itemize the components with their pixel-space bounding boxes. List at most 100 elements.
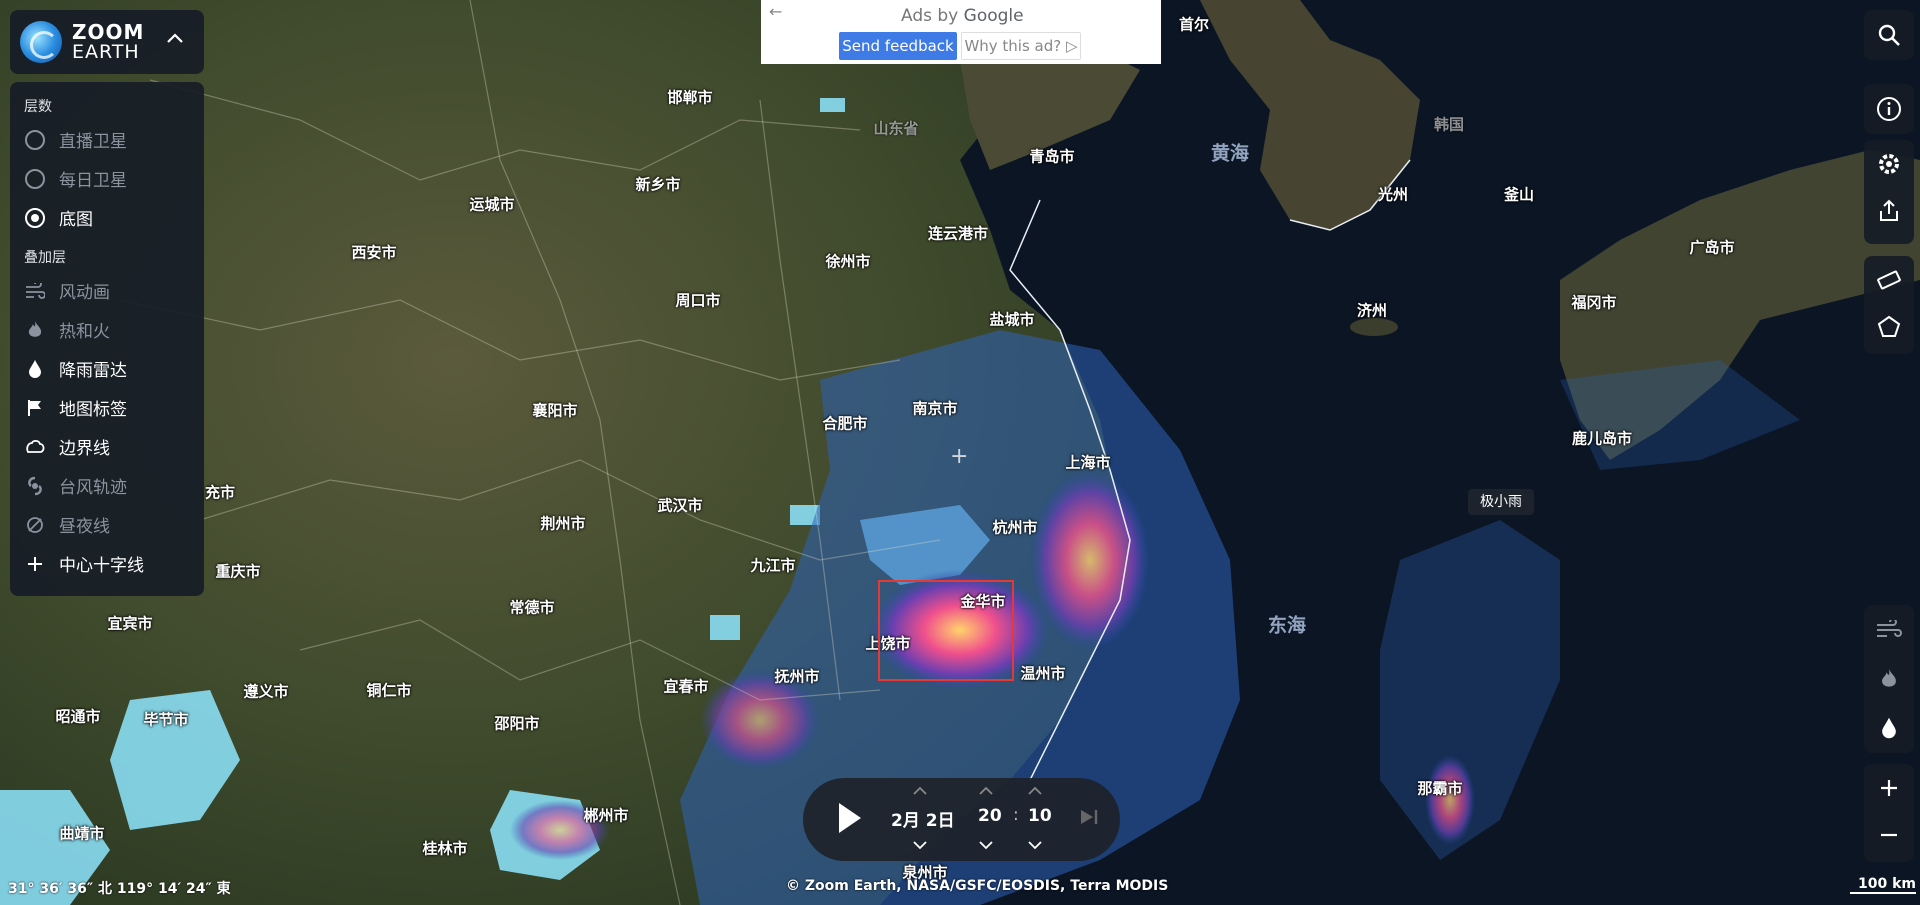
polygon-icon (1877, 315, 1901, 337)
overlay-day-night[interactable]: 昼夜线 (10, 505, 204, 544)
overlay-label: 边界线 (59, 439, 110, 459)
coordinates-readout: 31° 36′ 36″ 北 119° 14′ 24″ 東 (8, 881, 231, 897)
city-label: 抚州市 (774, 667, 820, 686)
overlay-heat-fire[interactable]: 热和火 (10, 310, 204, 349)
city-label: 广岛市 (1689, 238, 1735, 257)
skip-to-latest-icon[interactable] (1079, 808, 1099, 826)
ads-by-label: Ads by Google (901, 6, 1024, 26)
logo-line2: EARTH (72, 41, 140, 63)
hour-value[interactable]: 20 (978, 806, 1002, 826)
radio-icon (25, 129, 45, 150)
map-credits: © Zoom Earth, NASA/GSFC/EOSDIS, Terra MO… (786, 878, 1169, 894)
center-crosshair: + (950, 444, 969, 469)
chevron-down-icon[interactable] (979, 841, 993, 850)
timeline-control: 2月 2日 20 : 10 (803, 778, 1120, 861)
city-label: 周口市 (675, 291, 721, 310)
wind-quick-button[interactable] (1864, 605, 1914, 654)
why-this-ad-button[interactable]: Why this ad? ▷ (961, 32, 1081, 60)
chevron-down-icon[interactable] (913, 841, 927, 850)
city-label: 充市 (204, 483, 236, 502)
city-label: 铜仁市 (366, 681, 412, 700)
city-label: 常德市 (509, 598, 555, 617)
scale-bar: 100 km (1850, 876, 1916, 894)
overlay-label: 台风轨迹 (59, 478, 127, 498)
city-label: 合肥市 (822, 414, 868, 433)
radio-icon (25, 168, 45, 189)
city-label: 盐城市 (989, 310, 1035, 329)
city-label: 新乡市 (635, 175, 681, 194)
plus-icon (24, 553, 46, 575)
zoom-controls (1864, 764, 1914, 862)
send-feedback-button[interactable]: Send feedback (839, 32, 957, 60)
layer-basemap[interactable]: 底图 (10, 198, 204, 237)
chevron-up-icon[interactable] (979, 786, 993, 795)
quick-layers-group (1864, 605, 1914, 753)
map-canvas[interactable]: 首尔 邯郸市 青岛市 运城市 新乡市 光州 釜山 西安市 徐州市 连云港市 广岛市 周口市 济州 福冈市盐… (0, 0, 1920, 905)
ad-banner: ← Ads by Google Send feedback Why this a… (761, 0, 1161, 64)
overlay-rain-radar[interactable]: 降雨雷达 (10, 349, 204, 388)
settings-share-group (1864, 140, 1914, 244)
city-label: 连云港市 (927, 224, 989, 243)
fire-quick-button[interactable] (1864, 654, 1914, 703)
city-label: 邵阳市 (494, 714, 540, 733)
overlay-typhoon-tracks[interactable]: 台风轨迹 (10, 466, 204, 505)
day-night-icon (24, 514, 46, 536)
info-button[interactable] (1864, 84, 1914, 134)
sea-label: 黄海 (1210, 142, 1250, 165)
city-label: 徐州市 (825, 252, 871, 271)
city-label: 济州 (1356, 301, 1388, 320)
date-label[interactable]: 2月 2日 (891, 806, 955, 831)
overlay-map-labels[interactable]: 地图标签 (10, 388, 204, 427)
city-label: 釜山 (1503, 185, 1535, 204)
layer-label: 每日卫星 (59, 171, 127, 191)
overlay-label: 降雨雷达 (59, 361, 127, 381)
chevron-up-icon[interactable] (913, 786, 927, 795)
overlay-wind-animation[interactable]: 风动画 (10, 271, 204, 310)
zoom-out-button[interactable] (1864, 811, 1914, 858)
overlay-crosshair[interactable]: 中心十字线 (10, 544, 204, 583)
radar-tooltip: 极小雨 (1468, 489, 1534, 515)
ruler-button[interactable] (1864, 256, 1914, 303)
minute-value[interactable]: 10 (1028, 806, 1052, 826)
info-icon (1877, 97, 1901, 121)
wind-icon (1877, 619, 1902, 637)
zoom-earth-logo-menu[interactable]: ZOOM EARTH (10, 10, 204, 74)
layer-live-satellite[interactable]: 直播卫星 (10, 120, 204, 159)
ad-back-icon[interactable]: ← (769, 2, 782, 21)
region-label: 山东省 (873, 119, 919, 138)
chevron-up-icon[interactable] (166, 32, 184, 44)
raindrop-icon (24, 358, 46, 380)
typhoon-icon (24, 475, 46, 497)
layer-label: 底图 (59, 210, 93, 230)
layer-daily-satellite[interactable]: 每日卫星 (10, 159, 204, 198)
city-label: 福冈市 (1571, 293, 1617, 312)
overlay-label: 中心十字线 (59, 556, 144, 576)
play-icon[interactable] (833, 800, 865, 836)
city-label: 遵义市 (243, 682, 289, 701)
share-button[interactable] (1864, 187, 1914, 234)
rain-quick-button[interactable] (1864, 703, 1914, 752)
chevron-down-icon[interactable] (1028, 841, 1042, 850)
city-label: 宜宾市 (107, 614, 153, 633)
polygon-button[interactable] (1864, 303, 1914, 350)
section-layers-title: 层数 (24, 99, 52, 115)
search-button[interactable] (1864, 10, 1914, 60)
raindrop-icon (1882, 717, 1896, 738)
zoom-in-button[interactable] (1864, 764, 1914, 811)
overlay-borders[interactable]: 边界线 (10, 427, 204, 466)
city-label: 武汉市 (657, 496, 703, 515)
city-label: 鹿儿岛市 (1571, 429, 1633, 448)
city-label: 曲靖市 (59, 824, 105, 843)
radio-selected-icon (25, 207, 45, 228)
region-label: 韩国 (1433, 115, 1465, 134)
layers-panel: 层数 直播卫星 每日卫星 底图 叠加层 风动画 热和火 降雨雷达 地图标签 边界… (10, 82, 204, 596)
flag-icon (24, 397, 46, 419)
chevron-up-icon[interactable] (1028, 786, 1042, 795)
wind-icon (24, 280, 46, 302)
settings-button[interactable] (1864, 140, 1914, 187)
city-label: 昭通市 (55, 707, 101, 726)
measure-tools-group (1864, 256, 1914, 354)
city-label: 温州市 (1020, 664, 1066, 683)
city-label: 运城市 (469, 195, 515, 214)
city-label: 西安市 (351, 243, 397, 262)
